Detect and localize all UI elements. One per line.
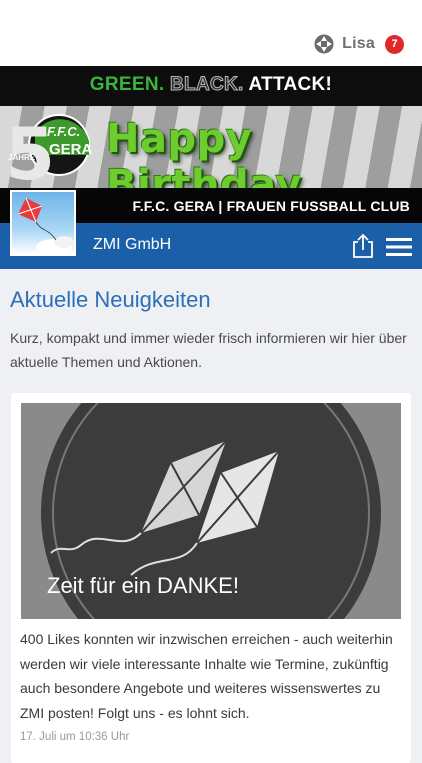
user-menu[interactable]: Lisa 7	[314, 30, 404, 58]
news-image[interactable]: Zeit für ein DANKE!	[21, 403, 401, 619]
intro-text: Kurz, kompakt und immer wieder frisch in…	[10, 330, 407, 370]
slogan-green: GREEN.	[89, 74, 165, 95]
page-title: Aktuelle Neuigkeiten	[10, 287, 211, 312]
club-logo: 5 JAHRE F.F.C. GERA	[5, 112, 93, 187]
share-icon[interactable]	[352, 233, 374, 259]
top-bar: Lisa 7	[0, 0, 422, 66]
company-name[interactable]: ZMI GmbH	[93, 236, 171, 254]
news-date: 17. Juli um 10:36 Uhr	[20, 731, 130, 743]
kite-image	[17, 197, 74, 254]
news-image-title: Zeit für ein DANKE!	[47, 573, 239, 598]
user-icon	[314, 34, 334, 54]
slogan: GREEN. BLACK. ATTACK!	[0, 74, 422, 96]
logo-gera: GERA	[49, 141, 93, 158]
logo-jahre: JAHRE	[8, 153, 36, 162]
logo-ffc: F.F.C.	[47, 124, 80, 139]
slogan-attack: ATTACK!	[248, 74, 333, 95]
user-name[interactable]: Lisa	[342, 35, 375, 53]
profile-image[interactable]	[10, 190, 76, 256]
slogan-black: BLACK.	[170, 74, 244, 96]
news-card[interactable]: Zeit für ein DANKE! 400 Likes konnten wi…	[11, 393, 411, 763]
notification-badge[interactable]: 7	[385, 34, 404, 54]
club-name: F.F.C. GERA | FRAUEN FUSSBALL CLUB	[132, 198, 410, 214]
slogan-strip: GREEN. BLACK. ATTACK!	[0, 66, 422, 107]
menu-icon[interactable]	[386, 237, 412, 257]
news-text: 400 Likes konnten wir inzwischen erreich…	[20, 631, 393, 721]
